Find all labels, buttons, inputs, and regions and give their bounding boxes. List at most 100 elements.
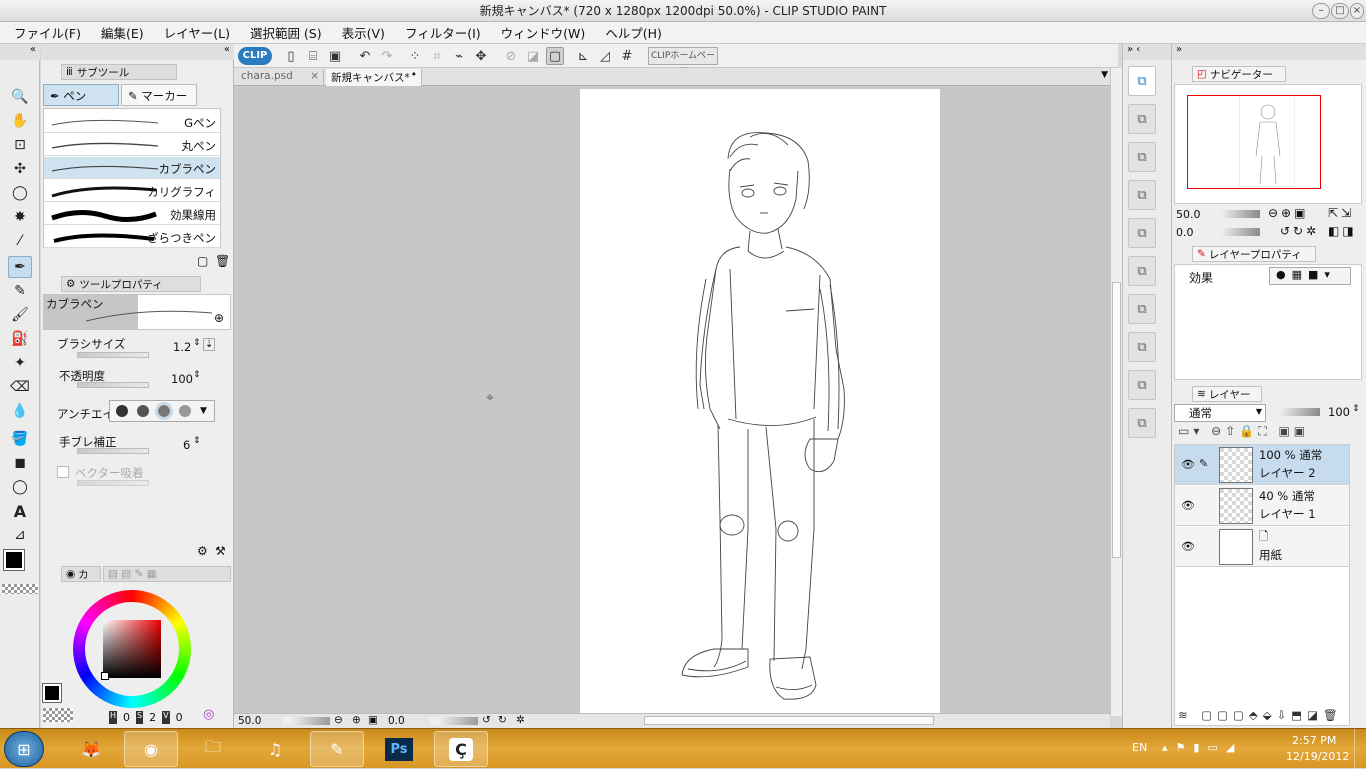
- tab-color-wheel[interactable]: ◉ カ: [61, 566, 101, 582]
- close-icon[interactable]: ×: [310, 70, 319, 82]
- close-button[interactable]: ×: [1350, 3, 1364, 19]
- delete-subtool-icon[interactable]: 🗑: [215, 254, 230, 268]
- sai-icon[interactable]: ✎: [310, 731, 364, 767]
- rotation-slider[interactable]: [430, 717, 478, 725]
- stabilization-slider[interactable]: [77, 448, 149, 454]
- reset-rotation-icon[interactable]: ✲: [516, 714, 525, 726]
- language-indicator[interactable]: EN: [1132, 741, 1147, 754]
- brush-item-calligraphy[interactable]: カリグラフィ: [44, 180, 220, 202]
- visibility-eye-icon[interactable]: 👁: [1181, 458, 1195, 471]
- clock-date[interactable]: 12/19/2012: [1286, 750, 1349, 763]
- chevron-down-icon[interactable]: ▼: [200, 406, 207, 416]
- save-icon[interactable]: ▣: [326, 47, 344, 65]
- menu-filter[interactable]: フィルター(I): [405, 23, 481, 42]
- wrench-icon[interactable]: ⚒: [215, 544, 226, 558]
- text-tool-icon[interactable]: A: [8, 500, 32, 522]
- menu-help[interactable]: ヘルプ(H): [605, 23, 662, 42]
- zoom-out-icon[interactable]: ⊖: [334, 714, 343, 726]
- fill-tool-icon[interactable]: 🪣: [8, 428, 32, 450]
- vertical-scroll-thumb[interactable]: [1112, 282, 1121, 558]
- maximize-button[interactable]: □: [1331, 3, 1349, 19]
- new-file-icon[interactable]: ▯: [282, 47, 300, 65]
- collapse-left-icon[interactable]: «: [0, 44, 40, 60]
- modified-dot-icon[interactable]: •: [411, 69, 417, 81]
- clip-studio-icon[interactable]: Ç: [434, 731, 488, 767]
- navigator-zoom-slider[interactable]: [1212, 210, 1260, 218]
- clip-button[interactable]: CLIP: [238, 47, 272, 65]
- open-folder-icon[interactable]: ⌸: [304, 47, 322, 65]
- navigator-rotation-slider[interactable]: [1212, 228, 1260, 236]
- tab-layer-property[interactable]: ✎ レイヤープロパティ: [1192, 246, 1316, 262]
- lasso-tool-icon[interactable]: ◯: [8, 182, 32, 204]
- horizontal-scroll-thumb[interactable]: [644, 716, 934, 725]
- tabs-menu-icon[interactable]: ▼: [1101, 70, 1108, 80]
- subtool-group-pen[interactable]: ✒ ペン: [43, 84, 119, 106]
- collapse-panel-icon[interactable]: «: [41, 44, 234, 60]
- redo-icon[interactable]: ↷: [378, 47, 396, 65]
- tab-tool-property[interactable]: ⚙ ツールプロパティ: [61, 276, 201, 292]
- color-mode-icon[interactable]: ◎: [203, 707, 214, 722]
- move-layer-tool-icon[interactable]: ✣: [8, 158, 32, 180]
- stabilization-spinner[interactable]: ⇕: [193, 436, 201, 446]
- antialias-none-icon[interactable]: [116, 405, 128, 417]
- antialias-selector[interactable]: ▼: [109, 400, 215, 422]
- menu-edit[interactable]: 編集(E): [101, 23, 144, 42]
- zoom-in-icon[interactable]: ⊕: [352, 714, 361, 726]
- menu-layer[interactable]: レイヤー(L): [164, 23, 230, 42]
- magnify-icon[interactable]: ⊕: [214, 311, 224, 325]
- paint-bucket-icon[interactable]: ⌁: [450, 47, 468, 65]
- zoom-slider[interactable]: [282, 717, 330, 725]
- eraser-tool-icon[interactable]: ⌫: [8, 376, 32, 398]
- material-panel-icon[interactable]: ⧉: [1128, 66, 1156, 96]
- minimize-button[interactable]: –: [1312, 3, 1330, 19]
- brush-size-slider[interactable]: [77, 352, 149, 358]
- panel-transparent-color[interactable]: [43, 708, 73, 722]
- special-ruler-snap-icon[interactable]: ◿: [596, 47, 614, 65]
- vector-snap-slider[interactable]: [77, 480, 149, 486]
- vector-snap-checkbox[interactable]: [57, 466, 69, 478]
- visibility-eye-icon[interactable]: 👁: [1181, 499, 1195, 512]
- brush-item-round-pen[interactable]: 丸ペン: [44, 134, 220, 156]
- zoom-tool-icon[interactable]: 🔍: [8, 86, 32, 108]
- blend-mode-select[interactable]: 通常 ▼: [1174, 404, 1266, 422]
- navigator-zoom-icons[interactable]: ⊖⊕▣: [1268, 206, 1308, 220]
- antialias-strong-icon[interactable]: [179, 405, 191, 417]
- visibility-eye-icon[interactable]: 👁: [1181, 540, 1195, 553]
- explorer-icon[interactable]: 🗀: [186, 731, 240, 767]
- fit-view-icon[interactable]: ▣: [368, 714, 378, 726]
- material-panel-3-icon[interactable]: ⧉: [1128, 142, 1156, 172]
- menu-selection[interactable]: 選択範囲 (S): [250, 23, 322, 42]
- hand-tool-icon[interactable]: ✋: [8, 110, 32, 132]
- antialias-weak-icon[interactable]: [137, 405, 149, 417]
- brush-size-spinner[interactable]: ⇕: [193, 338, 201, 348]
- settings-icon[interactable]: ⚙: [197, 544, 208, 558]
- material-panel-5-icon[interactable]: ⧉: [1128, 218, 1156, 248]
- material-panel-2-icon[interactable]: ⧉: [1128, 104, 1156, 134]
- show-desktop-button[interactable]: [1354, 729, 1366, 769]
- canvas-vertical-scrollbar[interactable]: [1110, 68, 1122, 716]
- main-color-swatch[interactable]: [3, 549, 25, 571]
- pressure-icon[interactable]: ⇣: [203, 338, 216, 351]
- navigator-mirror-icons[interactable]: ◧◨: [1328, 224, 1357, 238]
- opacity-slider[interactable]: [77, 382, 149, 388]
- transform-icon[interactable]: ✥: [472, 47, 490, 65]
- itunes-icon[interactable]: ♫: [248, 731, 302, 767]
- menu-view[interactable]: 表示(V): [342, 23, 385, 42]
- airbrush-tool-icon[interactable]: ⛽: [8, 328, 32, 350]
- material-panel-4-icon[interactable]: ⧉: [1128, 180, 1156, 210]
- transparent-color-swatch[interactable]: [2, 584, 38, 594]
- photoshop-icon[interactable]: Ps: [372, 731, 426, 767]
- canvas-paper[interactable]: [580, 89, 940, 717]
- chrome-icon[interactable]: ◉: [124, 731, 178, 767]
- material-panel-9-icon[interactable]: ⧉: [1128, 370, 1156, 400]
- grid-snap-icon[interactable]: #: [618, 47, 636, 65]
- auto-select-tool-icon[interactable]: ✸: [8, 206, 32, 228]
- doc-tab-chara[interactable]: chara.psd ×: [236, 69, 324, 86]
- navigator-rotate-icons[interactable]: ↺↻✲: [1280, 224, 1319, 238]
- new-subtool-icon[interactable]: ▢: [197, 254, 208, 268]
- navigator-view-frame[interactable]: [1187, 95, 1321, 189]
- subtool-group-marker[interactable]: ✎ マーカー: [121, 84, 197, 106]
- operation-tool-icon[interactable]: ⊡: [8, 134, 32, 156]
- crop-icon[interactable]: ⌗: [428, 47, 446, 65]
- start-button[interactable]: ⊞: [4, 731, 44, 767]
